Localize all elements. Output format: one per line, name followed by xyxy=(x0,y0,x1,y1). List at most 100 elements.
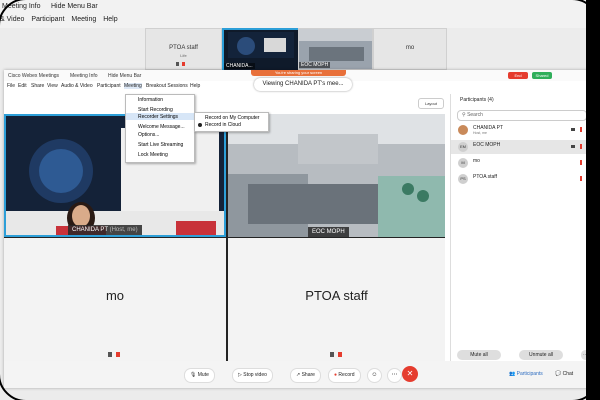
menu-item-welcome-message[interactable]: Welcome Message... xyxy=(138,124,185,130)
sharing-banner: You're sharing your screen xyxy=(251,70,346,76)
more-icon: ⋯ xyxy=(391,372,398,378)
menu-help[interactable]: Help xyxy=(103,16,117,23)
meeting-info-link[interactable]: Meeting Info xyxy=(2,3,41,10)
tile-name: mo xyxy=(105,288,125,303)
submenu-record-in-cloud[interactable]: Record in Cloud xyxy=(205,122,241,128)
chat-icon: 💬 xyxy=(555,371,562,377)
participant-row[interactable]: EM EOC MOPH xyxy=(451,140,591,154)
mic-muted-icon xyxy=(176,62,185,66)
hide-menu-bar-button[interactable]: Hide Menu Bar xyxy=(108,73,141,79)
layout-button[interactable]: Layout xyxy=(418,98,444,109)
mute-all-button[interactable]: Mute all xyxy=(457,350,501,360)
participant-row[interactable]: CHANIDA PT Host, me xyxy=(451,123,591,137)
record-icon: ● xyxy=(334,372,338,378)
search-placeholder: Search xyxy=(467,112,483,118)
recorder-settings-submenu: Record on My Computer Record in Cloud xyxy=(194,112,269,132)
webex-window: Cisco Webex Meetings Meeting Info Hide M… xyxy=(4,70,591,388)
menu-item-lock-meeting[interactable]: Lock Meeting xyxy=(138,152,168,158)
menu-help[interactable]: Help xyxy=(190,83,200,89)
menu-share[interactable]: Share xyxy=(31,83,44,89)
viewing-indicator: Viewing CHANIDA PT's mee... xyxy=(254,78,352,91)
menu-participant[interactable]: Participant xyxy=(97,83,121,89)
avatar: M xyxy=(458,158,468,168)
submenu-record-on-computer[interactable]: Record on My Computer xyxy=(205,115,259,121)
shared-button[interactable]: Shared xyxy=(532,72,552,79)
reactions-button[interactable]: ☺ xyxy=(367,368,382,383)
thumbnail-mo[interactable]: mo xyxy=(373,28,447,70)
share-label: Share xyxy=(301,372,315,378)
menu-meeting[interactable]: Meeting xyxy=(71,16,96,23)
stop-video-button[interactable]: ▷ Stop video xyxy=(232,368,273,383)
mic-muted-icon xyxy=(108,352,120,357)
menu-item-start-live-streaming[interactable]: Start Live Streaming xyxy=(138,142,183,148)
video-tile-ptoa[interactable]: PTOA staff xyxy=(228,238,445,361)
top-menubar: & Video Participant Meeting Help xyxy=(0,16,123,23)
participant-row[interactable]: M mo xyxy=(451,156,591,170)
tile-name-label: CHANIDA PT (Host, me) xyxy=(68,225,142,235)
thumbnail-eoc[interactable]: EOC MOPH xyxy=(298,28,373,70)
more-button[interactable]: ⋯ xyxy=(387,368,402,383)
mute-label: Mute xyxy=(197,372,209,378)
menu-item-recorder-settings[interactable]: Recorder Settings xyxy=(138,114,178,120)
video-camera-icon: ▷ xyxy=(238,372,242,378)
menu-file[interactable]: File xyxy=(7,83,15,89)
tile-name-label: EOC MOPH xyxy=(308,227,349,237)
participants-title: Participants (4) xyxy=(460,97,494,103)
menu-meeting[interactable]: Meeting xyxy=(124,83,142,89)
thumbnail-name: EOC MOPH xyxy=(299,62,331,68)
mic-muted-icon xyxy=(330,352,342,357)
participant-name: PTOA staff xyxy=(473,174,497,180)
menu-audio-video[interactable]: Audio & Video xyxy=(61,83,93,89)
menu-breakout-sessions[interactable]: Breakout Sessions xyxy=(146,83,188,89)
thumbnail-name: PTOA staff xyxy=(169,45,198,51)
record-button[interactable]: ● Record xyxy=(328,368,361,383)
menu-item-options[interactable]: Options... xyxy=(138,132,159,138)
thumbnail-strip: PTOA staff Life CHANIDA... EOC MOPH mo xyxy=(145,28,447,72)
tile-host-tag: (Host, me) xyxy=(109,227,138,233)
meeting-info-button[interactable]: Meeting Info xyxy=(70,73,98,79)
thumbnail-name: mo xyxy=(405,45,415,51)
app-title: Cisco Webex Meetings xyxy=(8,73,60,79)
participants-button[interactable]: 👥 Participants xyxy=(504,368,548,381)
mute-button[interactable]: 🎙 Mute xyxy=(184,368,215,383)
chat-button[interactable]: 💬 Chat xyxy=(550,368,578,381)
frame-edge xyxy=(586,0,600,400)
tile-name: PTOA staff xyxy=(305,288,368,303)
hide-menu-bar-link[interactable]: Hide Menu Bar xyxy=(51,3,98,10)
tile-name: CHANIDA PT xyxy=(72,227,108,233)
chat-label: Chat xyxy=(562,371,574,377)
avatar: PS xyxy=(458,174,468,184)
video-tile-mo[interactable]: mo xyxy=(4,238,226,361)
menu-edit[interactable]: Edit xyxy=(18,83,27,89)
unmute-all-button[interactable]: Unmute all xyxy=(519,350,563,360)
participants-panel: Participants (4) ⚲ Search CHANIDA PT Hos… xyxy=(450,94,591,364)
thumbnail-ptoa[interactable]: PTOA staff Life xyxy=(145,28,222,70)
menu-view[interactable]: View xyxy=(47,83,58,89)
top-toolbar: Meeting Info Hide Menu Bar & Video Parti… xyxy=(0,0,600,28)
mic-muted-icon xyxy=(580,127,582,132)
participants-search[interactable]: ⚲ Search xyxy=(457,110,587,121)
thumbnail-chanida[interactable]: CHANIDA... xyxy=(222,28,300,72)
participants-label: Participants xyxy=(516,371,543,377)
meeting-controls: 🎙 Mute ▷ Stop video ↗ Share ● Record ☺ ⋯… xyxy=(4,361,590,388)
record-label: Record xyxy=(338,372,355,378)
avatar: EM xyxy=(458,142,468,152)
share-icon: ↗ xyxy=(296,372,301,378)
end-button[interactable]: End xyxy=(508,72,528,79)
video-tile-eoc[interactable]: EOC MOPH xyxy=(228,114,445,237)
menu-participant[interactable]: Participant xyxy=(31,16,64,23)
leave-meeting-button[interactable]: ✕ xyxy=(402,366,418,382)
mic-muted-icon xyxy=(580,176,582,181)
menu-item-information[interactable]: Information xyxy=(138,97,163,103)
participant-name: EOC MOPH xyxy=(473,142,501,148)
thumbnail-video xyxy=(228,32,294,58)
thumbnail-name: CHANIDA... xyxy=(224,63,255,69)
video-icon xyxy=(571,128,575,131)
search-icon: ⚲ xyxy=(462,112,466,118)
menu-audio-video[interactable]: & Video xyxy=(0,16,24,23)
share-button[interactable]: ↗ Share xyxy=(290,368,321,383)
participant-row[interactable]: PS PTOA staff xyxy=(451,172,591,186)
thumbnail-sub: Life xyxy=(180,53,187,58)
radio-selected-icon xyxy=(198,123,202,127)
video-feed xyxy=(228,114,445,237)
